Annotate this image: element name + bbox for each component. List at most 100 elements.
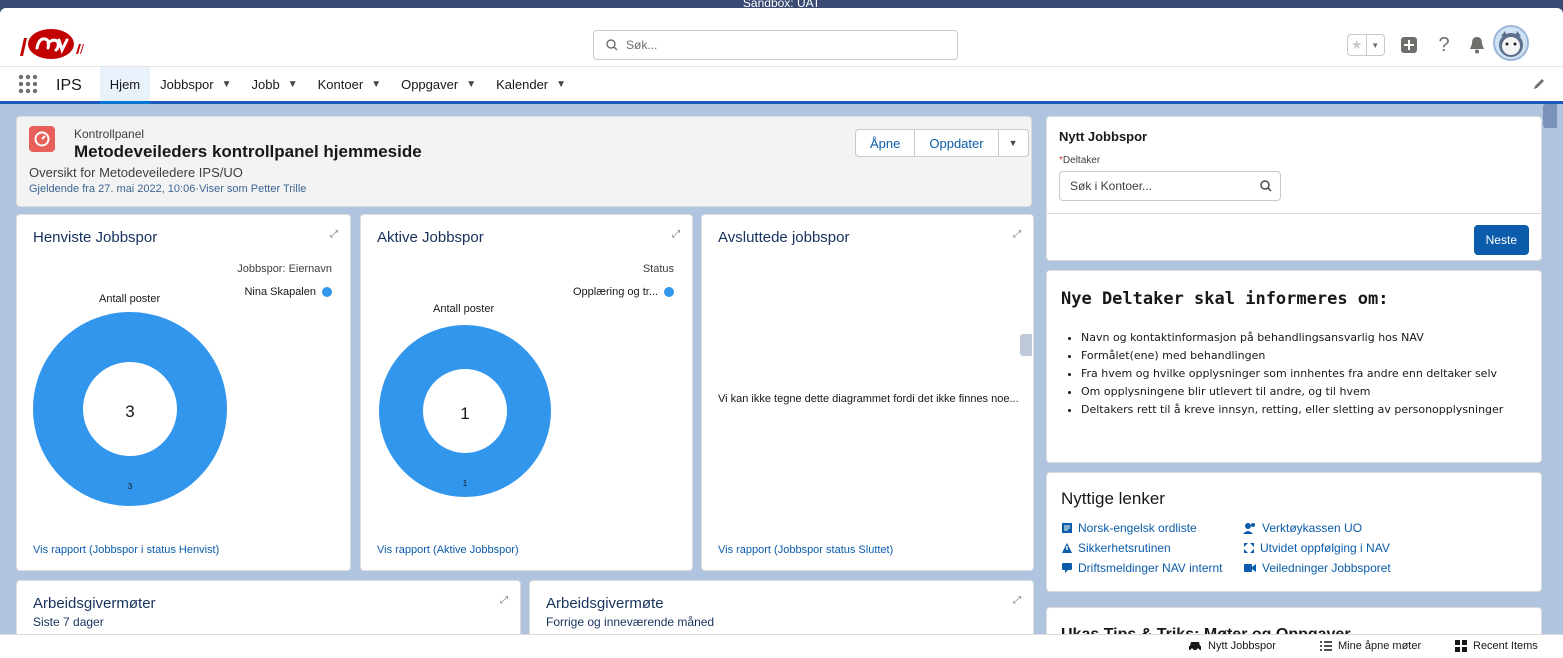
plus-icon[interactable] <box>1398 34 1420 56</box>
megaphone-icon <box>1062 563 1072 573</box>
tab-label: Jobbspor <box>160 76 214 92</box>
expand-icon[interactable]: ⤢ <box>1013 595 1021 606</box>
dashboard-kicker: Kontrollpanel <box>74 127 145 141</box>
utility-mine-apne-moter[interactable]: Mine åpne møter <box>1320 640 1421 652</box>
list-item: Om opplysningene blir utlevert til andre… <box>1081 385 1503 398</box>
link-label: Utvidet oppfølging i NAV <box>1260 541 1390 555</box>
link-label: Sikkerhetsrutinen <box>1078 541 1171 555</box>
chevron-down-icon[interactable]: ▼ <box>288 79 298 90</box>
view-report-link[interactable]: Vis rapport (Jobbspor status Sluttet) <box>718 544 893 556</box>
video-icon <box>1244 564 1256 572</box>
app-navigation: IPS Hjem Jobbspor ▼ Jobb ▼ Kontoer ▼ Oppgav… <box>0 66 1563 104</box>
widget-title: Arbeidsgivermøte <box>546 595 664 612</box>
tab-label: Kontoer <box>317 76 364 92</box>
expand-arrows-icon <box>1244 543 1254 553</box>
chevron-down-icon[interactable]: ▼ <box>222 79 232 90</box>
widget-avsluttede-jobbspor: Avsluttede jobbspor ⤢ Vi kan ikke tegne … <box>701 214 1034 571</box>
legend-label: Opplæring og tr... <box>573 286 658 298</box>
field-label: *Deltaker <box>1059 155 1100 166</box>
legend-label: Nina Skapalen <box>244 286 316 298</box>
link-driftsmeldinger[interactable]: Driftsmeldinger NAV internt <box>1061 561 1223 575</box>
link-sikkerhetsrutinen[interactable]: Sikkerhetsrutinen <box>1061 541 1171 555</box>
favorites-button[interactable]: ★ ▼ <box>1347 34 1385 56</box>
tab-kalender[interactable]: Kalender ▼ <box>486 67 576 101</box>
list-item: Fra hvem og hvilke opplysninger som innh… <box>1081 367 1503 380</box>
expand-icon[interactable]: ⤢ <box>1013 229 1021 240</box>
open-button[interactable]: Åpne <box>856 130 916 156</box>
link-ordliste[interactable]: Norsk-engelsk ordliste <box>1061 521 1197 535</box>
more-actions-chevron-icon[interactable]: ▼ <box>999 130 1028 156</box>
warning-icon <box>1062 543 1072 553</box>
useful-links-card: Nyttige lenker Norsk-engelsk ordliste Ve… <box>1046 472 1542 592</box>
star-icon[interactable]: ★ <box>1348 35 1367 55</box>
edit-nav-pencil-icon[interactable] <box>1533 78 1545 90</box>
tab-jobbspor[interactable]: Jobbspor ▼ <box>150 67 241 101</box>
list-item: Formålet(ene) med behandlingen <box>1081 349 1503 362</box>
utility-nytt-jobbspor[interactable]: Nytt Jobbspor <box>1188 640 1276 652</box>
widget-aktive-jobbspor: Aktive Jobbspor ⤢ Status Opplæring og tr… <box>360 214 693 571</box>
donut-center-value: 3 <box>125 402 134 421</box>
utility-label: Nytt Jobbspor <box>1208 640 1276 652</box>
global-search[interactable]: Søk... <box>593 30 958 60</box>
help-icon[interactable]: ? <box>1433 34 1455 56</box>
expand-icon[interactable]: ⤢ <box>500 595 508 606</box>
widget-title: Henviste Jobbspor <box>33 229 158 246</box>
link-label: Driftsmeldinger NAV internt <box>1078 561 1223 575</box>
view-report-link[interactable]: Vis rapport (Aktive Jobbspor) <box>377 544 519 556</box>
donut-center-value: 1 <box>460 404 469 423</box>
utility-bar: Nytt Jobbspor Mine åpne møter Recent Ite… <box>0 634 1563 658</box>
tab-oppgaver[interactable]: Oppgaver ▼ <box>391 67 486 101</box>
chevron-down-icon[interactable]: ▼ <box>371 79 381 90</box>
field-label-text: Deltaker <box>1062 155 1101 166</box>
next-button[interactable]: Neste <box>1473 225 1529 255</box>
deltaker-search-input[interactable]: Søk i Kontoer... <box>1059 171 1281 201</box>
list-item: Deltakers rett til å kreve innsyn, retti… <box>1081 403 1503 416</box>
tab-label: Oppgaver <box>401 76 459 92</box>
donut-chart[interactable]: 1 1 <box>375 321 555 501</box>
widget-title: Aktive Jobbspor <box>377 229 484 246</box>
tab-hjem[interactable]: Hjem <box>99 67 151 104</box>
view-report-link[interactable]: Vis rapport (Jobbspor i status Henvist) <box>33 544 219 556</box>
info-list: Navn og kontaktinformasjon på behandling… <box>1071 331 1503 421</box>
collapse-handle[interactable] <box>1020 334 1032 356</box>
list-icon <box>1320 641 1332 651</box>
info-card: Nye Deltaker skal informeres om: Navn og… <box>1046 270 1542 463</box>
legend-item[interactable]: Nina Skapalen <box>244 286 332 298</box>
link-utvidet-oppfolging[interactable]: Utvidet oppfølging i NAV <box>1243 541 1390 555</box>
utility-label: Mine åpne møter <box>1338 640 1422 652</box>
bell-icon[interactable] <box>1466 34 1488 56</box>
legend-item[interactable]: Opplæring og tr... <box>573 286 674 298</box>
input-placeholder: Søk i Kontoer... <box>1070 179 1153 193</box>
link-verktoykassen[interactable]: Verktøykassen UO <box>1243 521 1362 535</box>
chevron-down-icon[interactable]: ▼ <box>1367 35 1385 55</box>
widget-henviste-jobbspor: Henviste Jobbspor ⤢ Jobbspor: Eiernavn N… <box>16 214 351 571</box>
new-jobbspor-card: Nytt Jobbspor *Deltaker Søk i Kontoer...… <box>1046 116 1542 261</box>
expand-icon[interactable]: ⤢ <box>672 229 680 240</box>
link-label: Verktøykassen UO <box>1262 521 1363 535</box>
dashboard-subtitle: Oversikt for Metodeveiledere IPS/UO <box>29 165 243 180</box>
users-icon <box>1243 523 1255 534</box>
chevron-down-icon[interactable]: ▼ <box>466 79 476 90</box>
divider <box>1047 213 1541 214</box>
nav-logo[interactable] <box>18 26 84 62</box>
tab-jobb[interactable]: Jobb ▼ <box>242 67 308 101</box>
legend-dot <box>664 287 674 297</box>
app-launcher-icon[interactable] <box>0 67 56 101</box>
chevron-down-icon[interactable]: ▼ <box>556 79 566 90</box>
utility-recent-items[interactable]: Recent Items <box>1455 640 1538 652</box>
donut-chart[interactable]: 3 3 <box>33 312 227 506</box>
user-avatar[interactable] <box>1493 25 1529 61</box>
update-button[interactable]: Oppdater <box>915 130 999 156</box>
link-veiledninger[interactable]: Veiledninger Jobbsporet <box>1243 561 1391 575</box>
book-icon <box>1062 523 1072 533</box>
expand-icon[interactable]: ⤢ <box>330 229 338 240</box>
main-content: Kontrollpanel Metodeveileders kontrollpa… <box>0 104 1563 650</box>
info-title: Nye Deltaker skal informeres om: <box>1061 289 1389 309</box>
card-title: Nyttige lenker <box>1061 489 1165 508</box>
widget-title: Arbeidsgivermøter <box>33 595 156 612</box>
page-title: Metodeveileders kontrollpanel hjemmeside <box>74 142 422 161</box>
tab-kontoer[interactable]: Kontoer ▼ <box>308 67 391 101</box>
tab-label: Kalender <box>496 76 549 92</box>
side-panel-handle[interactable] <box>1543 104 1557 128</box>
help-label: ? <box>1438 33 1450 56</box>
